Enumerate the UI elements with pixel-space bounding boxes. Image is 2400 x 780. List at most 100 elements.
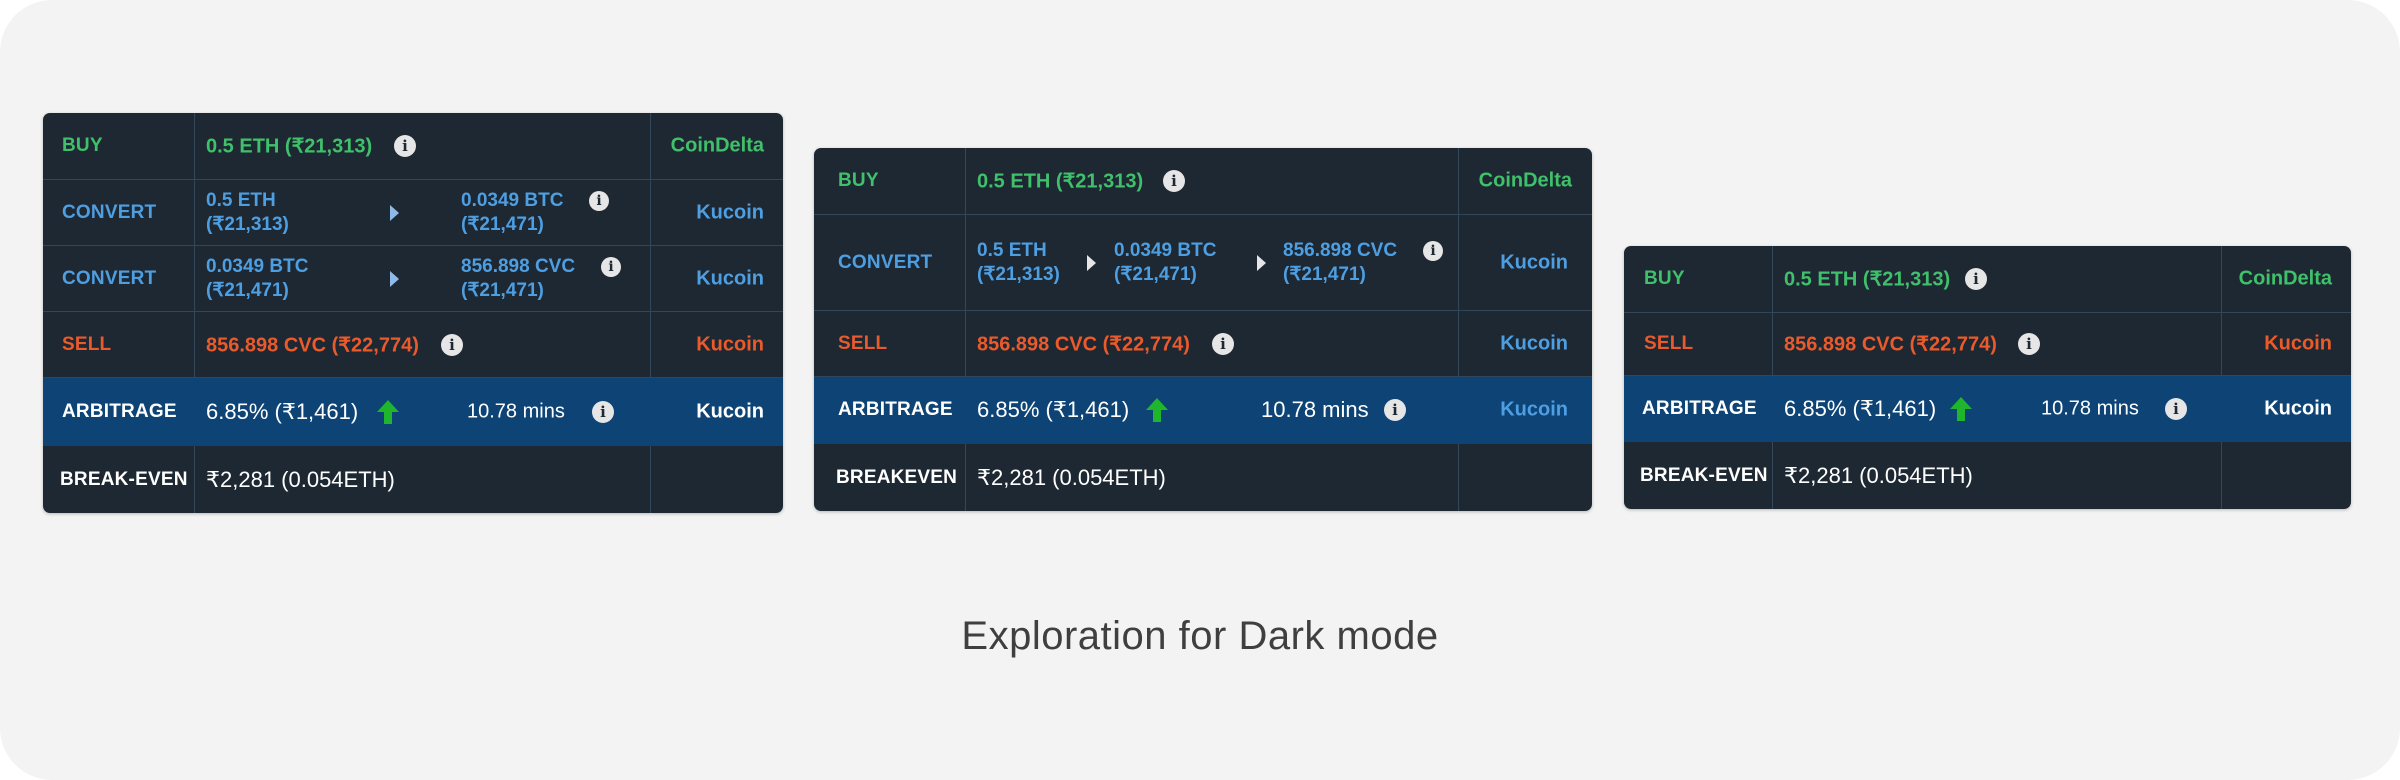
convert-exchange[interactable]: Kucoin [696, 201, 764, 224]
arbitrage-exchange[interactable]: Kucoin [2264, 397, 2332, 420]
convert-exchange[interactable]: Kucoin [696, 267, 764, 290]
convert-exchange[interactable]: Kucoin [1500, 251, 1568, 274]
convert-to-inr: (₹21,471) [461, 213, 544, 235]
convert-row[interactable]: CONVERT 0.5 ETH (₹21,313) 0.0349 BTC (₹2… [814, 215, 1592, 311]
buy-row[interactable]: BUY 0.5 ETH (₹21,313) i CoinDelta [814, 148, 1592, 215]
sell-exchange[interactable]: Kucoin [696, 333, 764, 356]
breakeven-row: BREAK-EVEN ₹2,281 (0.054ETH) [1624, 442, 2351, 509]
sell-row[interactable]: SELL 856.898 CVC (₹22,774) i Kucoin [43, 312, 783, 378]
arrow-up-icon [1146, 398, 1168, 422]
buy-label: BUY [838, 170, 879, 191]
convert-from-amount: 0.5 ETH [206, 189, 276, 211]
convert-step-3-inr: (₹21,471) [1283, 263, 1366, 285]
convert-step-2-inr: (₹21,471) [1114, 263, 1197, 285]
arbitrage-value: 6.85% (₹1,461) [1784, 395, 1937, 421]
info-icon[interactable]: i [394, 135, 416, 157]
arbitrage-row[interactable]: ARBITRAGE 6.85% (₹1,461) 10.78 mins i Ku… [1624, 376, 2351, 442]
convert-from: 0.5 ETH (₹21,313) [206, 189, 289, 237]
convert-label: CONVERT [62, 201, 157, 223]
convert-to: 856.898 CVC (₹21,471) [461, 255, 575, 303]
info-icon[interactable]: i [592, 400, 614, 423]
arbitrage-card-3: BUY 0.5 ETH (₹21,313) i CoinDelta SELL 8… [1624, 246, 2351, 509]
convert-to: 0.0349 BTC (₹21,471) [461, 189, 563, 237]
buy-exchange[interactable]: CoinDelta [671, 135, 764, 158]
arbitrage-time: 10.78 mins [2041, 397, 2139, 419]
sell-row[interactable]: SELL 856.898 CVC (₹22,774) i Kucoin [814, 311, 1592, 377]
info-icon[interactable]: i [1212, 332, 1234, 355]
convert-step-1: 0.5 ETH (₹21,313) [977, 239, 1060, 287]
sell-label: SELL [1644, 333, 1694, 354]
info-icon[interactable]: i [1384, 399, 1406, 421]
arbitrage-label: ARBITRAGE [838, 399, 953, 420]
buy-exchange[interactable]: CoinDelta [1479, 170, 1572, 193]
info-icon[interactable]: i [2165, 397, 2187, 420]
buy-row[interactable]: BUY 0.5 ETH (₹21,313) i CoinDelta [43, 113, 783, 180]
buy-label: BUY [62, 135, 103, 156]
arbitrage-card-2: BUY 0.5 ETH (₹21,313) i CoinDelta CONVER… [814, 148, 1592, 511]
arbitrage-exchange[interactable]: Kucoin [1500, 399, 1568, 422]
breakeven-label: BREAKEVEN [836, 466, 958, 488]
breakeven-value: ₹2,281 (0.054ETH) [206, 466, 395, 492]
arrow-up-icon [1950, 396, 1972, 421]
convert-label: CONVERT [62, 267, 157, 289]
convert-to-amount: 0.0349 BTC [461, 189, 564, 211]
convert-from-inr: (₹21,471) [206, 279, 289, 301]
sell-row[interactable]: SELL 856.898 CVC (₹22,774) i Kucoin [1624, 313, 2351, 376]
convert-from: 0.0349 BTC (₹21,471) [206, 255, 308, 303]
sell-exchange[interactable]: Kucoin [1500, 332, 1568, 355]
breakeven-label: BREAK-EVEN [1640, 464, 1768, 486]
buy-value: 0.5 ETH (₹21,313) [206, 135, 373, 158]
buy-row[interactable]: BUY 0.5 ETH (₹21,313) i CoinDelta [1624, 246, 2351, 313]
convert-row[interactable]: CONVERT 0.0349 BTC (₹21,471) 856.898 CVC… [43, 246, 783, 312]
arbitrage-exchange[interactable]: Kucoin [696, 400, 764, 423]
info-icon[interactable]: i [1423, 240, 1443, 261]
convert-to-amount: 856.898 CVC [461, 255, 576, 277]
info-icon[interactable]: i [441, 333, 463, 356]
sell-exchange[interactable]: Kucoin [2264, 333, 2332, 356]
buy-value: 0.5 ETH (₹21,313) [1784, 268, 1951, 291]
breakeven-value: ₹2,281 (0.054ETH) [977, 464, 1166, 490]
arbitrage-time: 10.78 mins [1261, 397, 1369, 422]
info-icon[interactable]: i [1965, 268, 1987, 290]
info-icon[interactable]: i [589, 190, 609, 211]
info-icon[interactable]: i [601, 256, 621, 277]
breakeven-value: ₹2,281 (0.054ETH) [1784, 462, 1973, 488]
convert-step-1-amount: 0.5 ETH [977, 239, 1047, 261]
convert-to-inr: (₹21,471) [461, 279, 544, 301]
arbitrage-row[interactable]: ARBITRAGE 6.85% (₹1,461) 10.78 mins i Ku… [43, 378, 783, 446]
sell-label: SELL [62, 333, 112, 355]
arrow-right-icon [1257, 254, 1266, 271]
convert-from-amount: 0.0349 BTC [206, 255, 309, 277]
convert-step-3-amount: 856.898 CVC [1283, 239, 1398, 261]
sell-value: 856.898 CVC (₹22,774) [977, 333, 1190, 355]
info-icon[interactable]: i [2018, 333, 2040, 355]
arbitrage-label: ARBITRAGE [1642, 397, 1757, 419]
convert-from-inr: (₹21,313) [206, 213, 289, 235]
sell-value: 856.898 CVC (₹22,774) [206, 334, 419, 356]
canvas-frame: BUY 0.5 ETH (₹21,313) i CoinDelta CONVER… [0, 0, 2400, 780]
info-icon[interactable]: i [1163, 170, 1185, 192]
buy-label: BUY [1644, 268, 1685, 289]
arrow-right-icon [390, 204, 399, 221]
caption-title: Exploration for Dark mode [961, 614, 1439, 658]
convert-label: CONVERT [838, 251, 933, 273]
convert-step-1-inr: (₹21,313) [977, 263, 1060, 285]
arbitrage-value: 6.85% (₹1,461) [977, 397, 1130, 422]
convert-step-3: 856.898 CVC (₹21,471) [1283, 239, 1397, 287]
arbitrage-label: ARBITRAGE [62, 400, 177, 422]
arbitrage-time: 10.78 mins [467, 400, 565, 422]
convert-step-2: 0.0349 BTC (₹21,471) [1114, 239, 1216, 287]
sell-label: SELL [838, 332, 888, 354]
arrow-right-icon [1087, 254, 1096, 271]
buy-exchange[interactable]: CoinDelta [2239, 268, 2332, 291]
arbitrage-value: 6.85% (₹1,461) [206, 398, 359, 424]
breakeven-label: BREAK-EVEN [60, 468, 188, 490]
breakeven-row: BREAKEVEN ₹2,281 (0.054ETH) [814, 444, 1592, 511]
convert-row[interactable]: CONVERT 0.5 ETH (₹21,313) 0.0349 BTC (₹2… [43, 180, 783, 246]
breakeven-row: BREAK-EVEN ₹2,281 (0.054ETH) [43, 446, 783, 513]
convert-step-2-amount: 0.0349 BTC [1114, 239, 1217, 261]
arbitrage-row[interactable]: ARBITRAGE 6.85% (₹1,461) 10.78 mins i Ku… [814, 377, 1592, 444]
buy-value: 0.5 ETH (₹21,313) [977, 170, 1144, 193]
arbitrage-card-1: BUY 0.5 ETH (₹21,313) i CoinDelta CONVER… [43, 113, 783, 513]
arrow-right-icon [390, 270, 399, 287]
